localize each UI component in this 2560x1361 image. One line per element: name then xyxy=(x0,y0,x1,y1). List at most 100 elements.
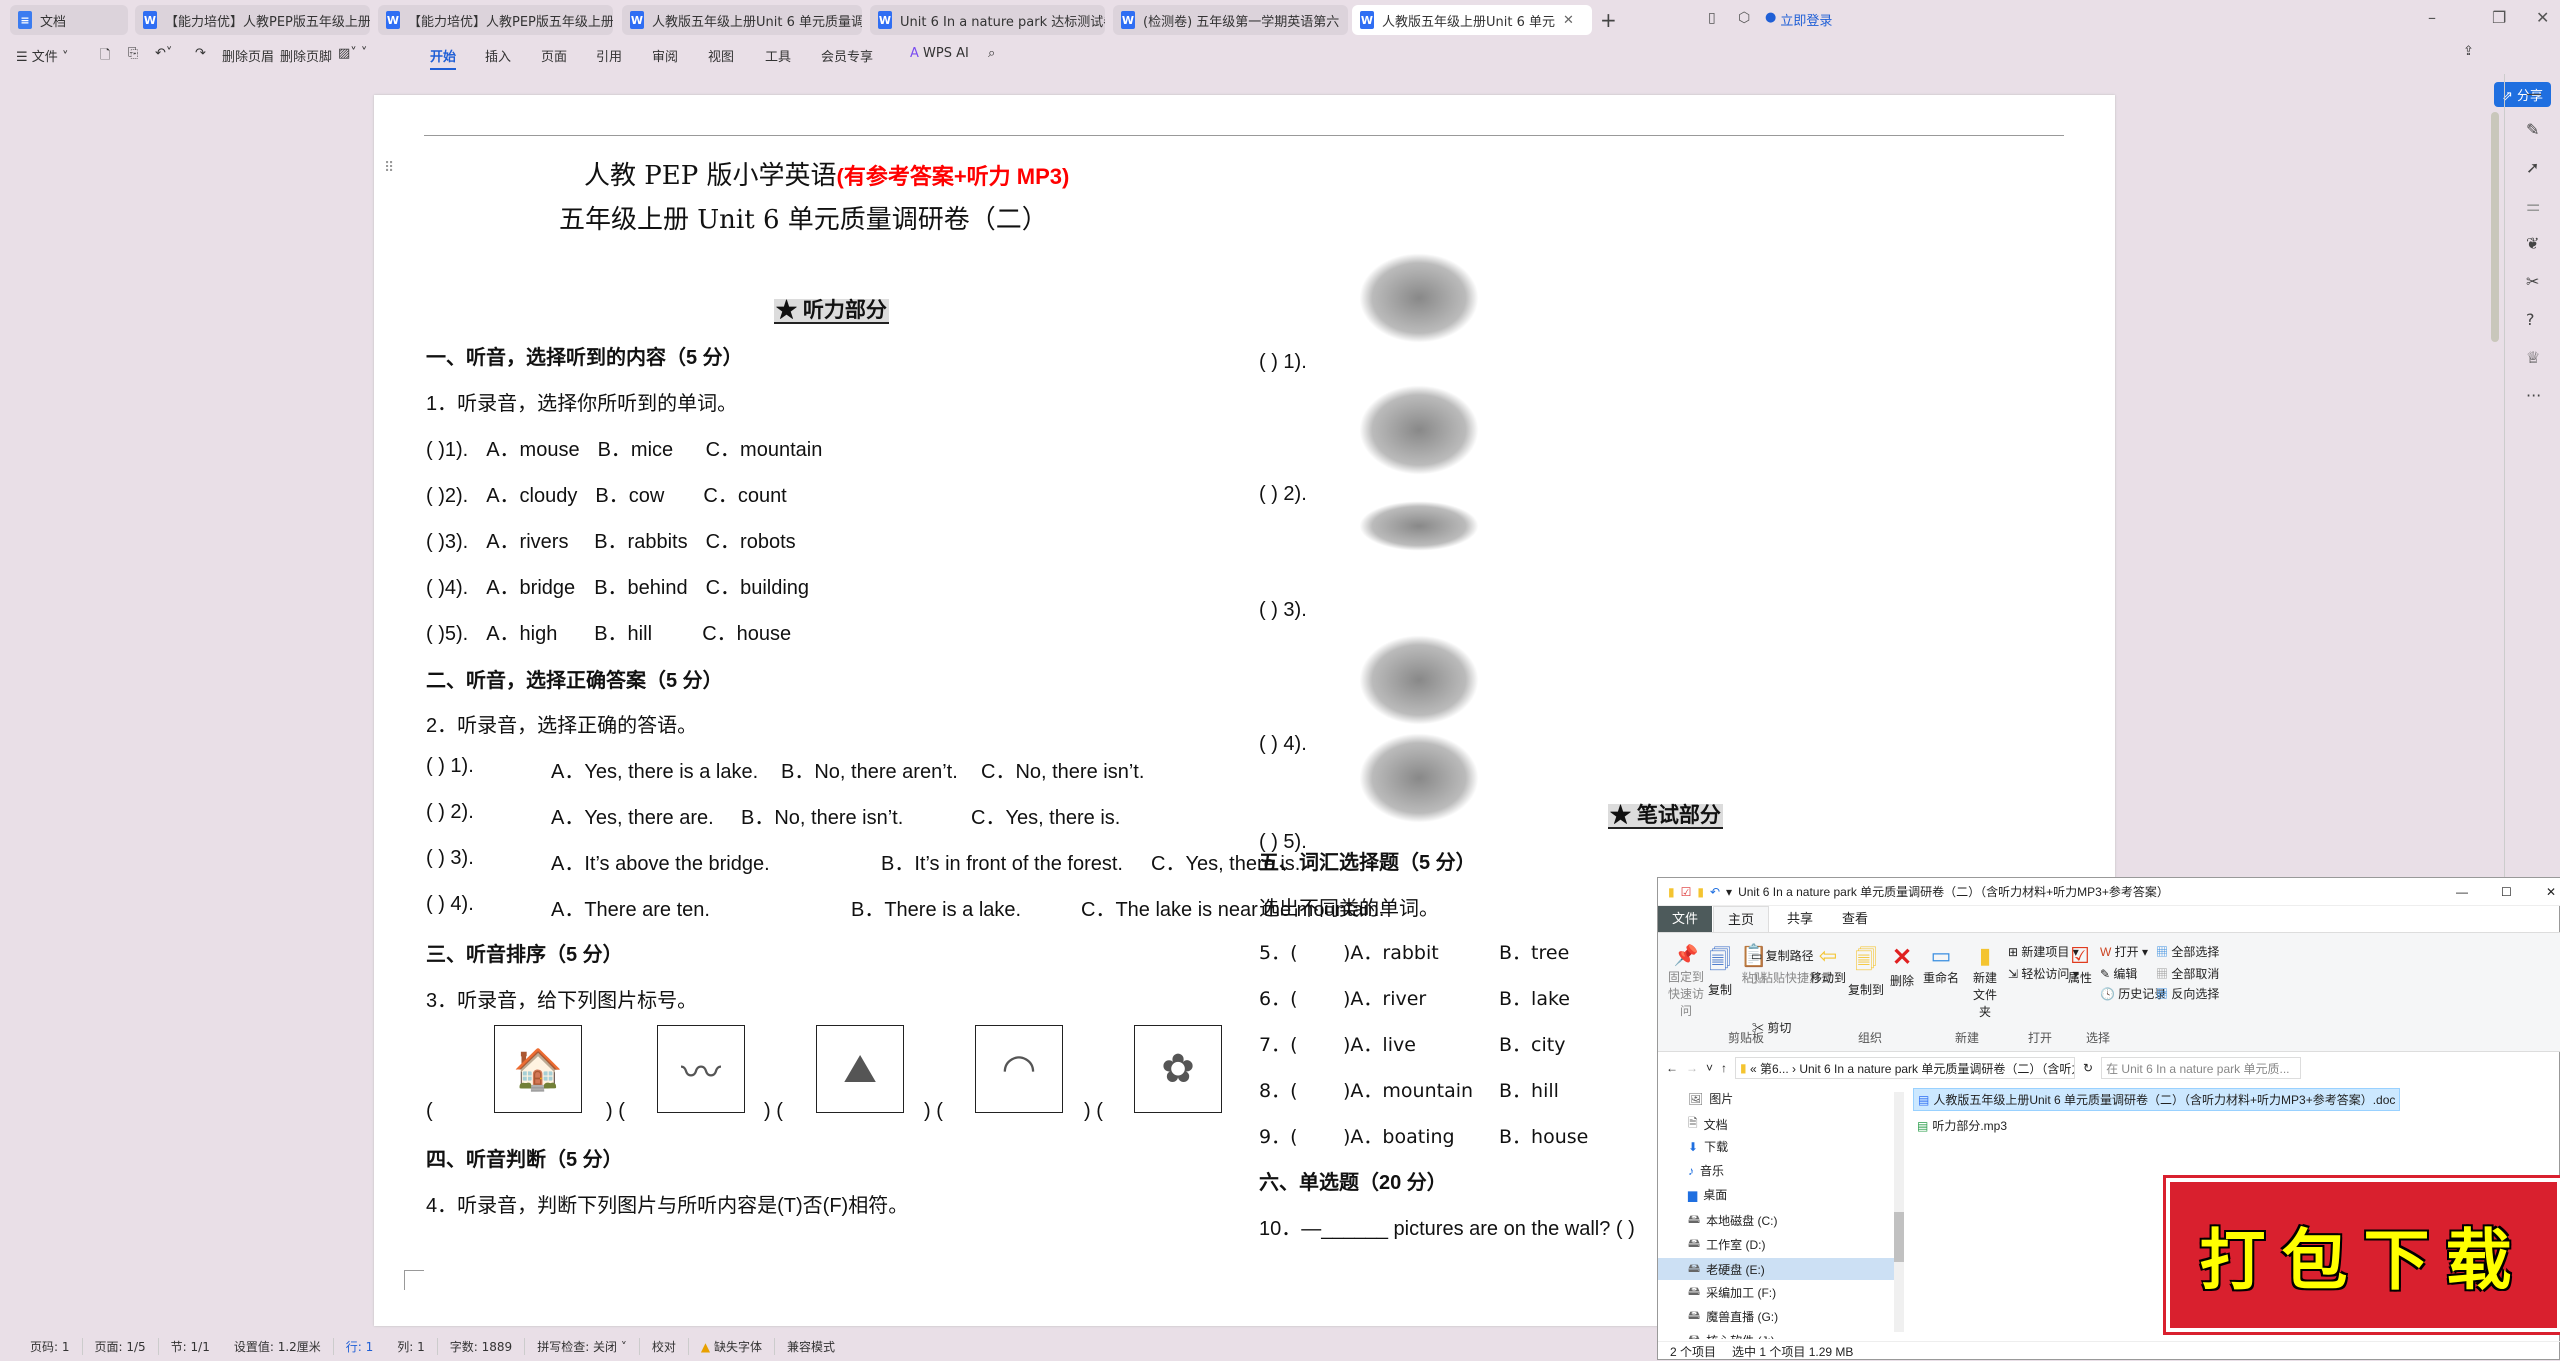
recent-button[interactable]: ˅ xyxy=(1706,1061,1713,1075)
open-button[interactable]: W 打开 ▾ xyxy=(2100,943,2148,960)
undo-icon[interactable]: ↶˅ xyxy=(155,46,172,61)
answer-blank[interactable]: ( )3). xyxy=(426,531,468,553)
nav-item[interactable]: ⬇ 下载 xyxy=(1688,1138,1728,1155)
answer-blank[interactable]: 8．( xyxy=(1259,1080,1298,1102)
undo-quick-icon[interactable]: ↶ xyxy=(1710,885,1720,899)
pin-button[interactable]: 📌 固定到快速访问 xyxy=(1666,943,1706,1019)
restore-button[interactable]: ❐ xyxy=(2492,8,2506,27)
ribbon-tab-tools[interactable]: 工具 xyxy=(765,46,791,65)
cloud-upload-icon[interactable]: ⇪ xyxy=(2463,44,2474,59)
more-icon[interactable]: ··· xyxy=(2526,386,2541,405)
delete-footer-button[interactable]: 删除页脚 xyxy=(280,46,332,65)
answer-blank[interactable]: ( ) 2). xyxy=(426,801,474,823)
tab-doc-5[interactable]: W (检测卷) 五年级第一学期英语第六 xyxy=(1113,5,1348,35)
shirt-icon[interactable]: ♕ xyxy=(2526,348,2540,367)
tab-doc-3[interactable]: W 人教版五年级上册Unit 6 单元质量调研 xyxy=(622,5,862,35)
answer-blank[interactable]: 5．( xyxy=(1259,942,1298,964)
nav-scrollbar[interactable] xyxy=(1894,1092,1904,1332)
nav-item[interactable]: 🖼 图片 xyxy=(1688,1090,1733,1107)
border-icon[interactable]: ▨˅ ˅ xyxy=(338,46,367,61)
file-menu[interactable]: ☰ 文件 ˅ xyxy=(16,46,68,65)
status-col[interactable]: 列: 1 xyxy=(385,1337,438,1355)
download-stamp[interactable]: 打包下载 xyxy=(2163,1175,2560,1335)
status-row[interactable]: 行: 1 xyxy=(334,1338,386,1355)
forward-button[interactable]: → xyxy=(1686,1061,1698,1075)
status-compat[interactable]: 兼容模式 xyxy=(775,1338,847,1355)
properties-button[interactable]: ☑ 属性 xyxy=(2068,943,2092,986)
minimize-button[interactable]: – xyxy=(2428,8,2436,27)
answer-blank[interactable]: ( )5). xyxy=(426,623,468,645)
nav-item[interactable]: 🗎 文档 xyxy=(1688,1114,1728,1135)
window-layout-icon[interactable]: ▯ xyxy=(1708,10,1716,26)
delete-header-button[interactable]: 删除页眉 xyxy=(222,46,274,65)
customize-quick-icon[interactable]: ▾ xyxy=(1726,885,1732,899)
explorer-tab-home[interactable]: 主页 xyxy=(1713,906,1770,932)
status-spell[interactable]: 拼写检查: 关闭 ˅ xyxy=(525,1337,640,1355)
help-icon[interactable]: ? xyxy=(2526,310,2535,329)
ribbon-tab-home[interactable]: 开始 xyxy=(430,46,457,70)
answer-blank[interactable]: ( )4). xyxy=(426,577,468,599)
move-to-button[interactable]: ⇦ 移动到 xyxy=(1810,943,1846,986)
theme-icon[interactable]: ❦ xyxy=(2526,234,2539,253)
collapse-icon[interactable]: — xyxy=(2526,84,2542,103)
picture-answer-blank[interactable]: ( ) 4). xyxy=(1259,733,1307,756)
rename-button[interactable]: ▭ 重命名 xyxy=(1923,943,1959,986)
ribbon-tab-insert[interactable]: 插入 xyxy=(485,46,511,65)
answer-blank[interactable]: ( )2). xyxy=(426,485,468,507)
answer-blank[interactable]: ( )1). xyxy=(426,439,468,461)
login-button[interactable]: ● 立即登录 xyxy=(1765,10,1832,29)
copy-to-button[interactable]: 🗐 复制到 xyxy=(1848,943,1884,998)
picture-answer-blank[interactable]: ( ) 3). xyxy=(1259,599,1307,622)
format-painter-icon[interactable]: ⎘ xyxy=(128,46,138,61)
ribbon-tab-reference[interactable]: 引用 xyxy=(596,46,622,65)
edit-button[interactable]: ✎ 编辑 xyxy=(2100,965,2137,982)
pen-icon[interactable]: ✎ xyxy=(2526,120,2539,139)
new-tab-button[interactable]: + xyxy=(1600,8,1617,32)
tab-doc-1[interactable]: W 【能力培优】人教PEP版五年级上册英 xyxy=(135,5,370,35)
nav-item[interactable]: 🖴 采编加工 (F:) xyxy=(1688,1282,1776,1303)
explorer-tab-share[interactable]: 共享 xyxy=(1773,906,1827,932)
nav-item[interactable]: 🖴 核心软件 (J:) xyxy=(1688,1330,1775,1339)
new-folder-button[interactable]: ▮ 新建文件夹 xyxy=(1971,943,1999,1020)
answer-blank[interactable]: 9．( xyxy=(1259,1126,1298,1148)
copy-path-button[interactable]: ▭ 复制路径 xyxy=(1751,947,1814,964)
status-setting[interactable]: 设置值: 1.2厘米 xyxy=(222,1337,334,1355)
status-proof[interactable]: 校对 xyxy=(640,1337,689,1355)
nav-item[interactable]: ♪ 音乐 xyxy=(1688,1162,1724,1179)
answer-blank[interactable]: ( ) 3). xyxy=(426,847,474,869)
close-button[interactable]: ✕ xyxy=(2536,8,2549,27)
select-all-button[interactable]: ▦ 全部选择 xyxy=(2156,943,2219,960)
file-item[interactable]: ▤ 听力部分.mp3 xyxy=(1913,1115,2400,1136)
ribbon-tab-view[interactable]: 视图 xyxy=(708,46,734,65)
invert-selection-button[interactable]: ▦ 反向选择 xyxy=(2156,985,2219,1002)
nav-item[interactable]: 🖴 本地磁盘 (C:) xyxy=(1688,1210,1777,1231)
explorer-tab-file[interactable]: 文件 xyxy=(1658,906,1713,932)
save-icon[interactable]: 🗋 xyxy=(100,46,110,68)
explorer-minimize-button[interactable]: — xyxy=(2456,885,2468,899)
new-folder-quick-icon[interactable]: ▮ xyxy=(1697,885,1704,899)
tools-icon[interactable]: ✂ xyxy=(2526,272,2539,291)
skin-icon[interactable]: ⬡ xyxy=(1738,10,1750,26)
nav-item[interactable]: ▆ 桌面 xyxy=(1688,1186,1727,1203)
search-box[interactable]: 在 Unit 6 In a nature park 单元质... xyxy=(2101,1057,2302,1079)
wps-ai-button[interactable]: A WPS AI xyxy=(910,46,969,61)
status-page-no[interactable]: 页码: 1 xyxy=(18,1337,83,1355)
address-bar[interactable]: ▮ « 第6... › Unit 6 In a nature park 单元质量… xyxy=(1735,1057,2076,1079)
status-pages[interactable]: 页面: 1/5 xyxy=(83,1337,159,1355)
status-missing-font[interactable]: ▲ 缺失字体 xyxy=(689,1337,775,1355)
ribbon-tab-member[interactable]: 会员专享 xyxy=(821,46,873,65)
nav-item[interactable]: 🖴 魔兽直播 (G:) xyxy=(1688,1306,1778,1327)
file-item[interactable]: ▤ 人教版五年级上册Unit 6 单元质量调研卷（二）（含听力材料+听力MP3+参… xyxy=(1913,1088,2401,1111)
explorer-maximize-button[interactable]: ☐ xyxy=(2501,885,2512,899)
close-tab-icon[interactable]: ✕ xyxy=(1563,13,1574,28)
picture-answer-blank[interactable]: ( ) 2). xyxy=(1259,483,1307,506)
answer-blank[interactable]: ( ) 1). xyxy=(426,755,474,777)
status-section[interactable]: 节: 1/1 xyxy=(159,1338,222,1355)
refresh-button[interactable]: ↻ xyxy=(2083,1061,2093,1075)
tab-doc-active[interactable]: W 人教版五年级上册Unit 6 单元 ✕ xyxy=(1352,5,1592,35)
picture-answer-blank[interactable]: ( ) 1). xyxy=(1259,351,1307,374)
delete-button[interactable]: ✕ 删除 xyxy=(1890,943,1914,989)
tab-doc-2[interactable]: W 【能力培优】人教PEP版五年级上册英 xyxy=(378,5,613,35)
answer-blank[interactable]: 6．( xyxy=(1259,988,1298,1010)
properties-quick-icon[interactable]: ☑ xyxy=(1681,885,1692,899)
